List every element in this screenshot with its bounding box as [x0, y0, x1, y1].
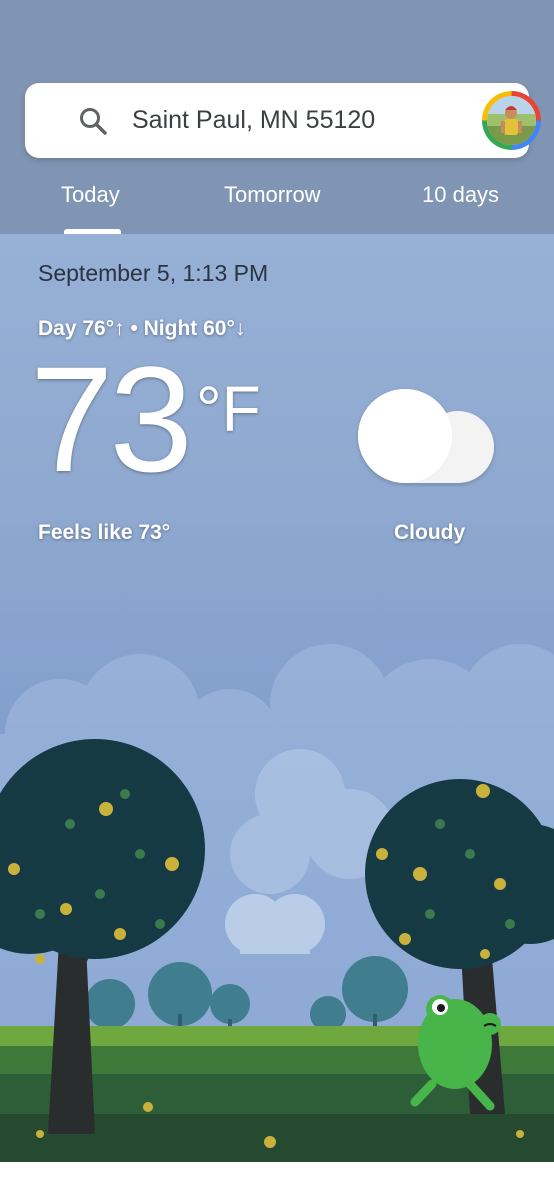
weather-panel: September 5, 1:13 PM Day 76°↑ • Night 60… — [0, 234, 554, 1162]
temperature-unit: °F — [196, 373, 261, 445]
header: Saint Paul, MN 55120 Today Tomorrow 10 d… — [0, 0, 554, 234]
cloud-icon — [358, 389, 494, 483]
tab-today[interactable]: Today — [61, 182, 120, 208]
account-avatar[interactable] — [482, 91, 541, 150]
tab-tomorrow[interactable]: Tomorrow — [224, 182, 321, 208]
tab-10-days[interactable]: 10 days — [422, 182, 499, 208]
condition-label: Cloudy — [394, 521, 466, 544]
current-temperature: 73 — [30, 335, 193, 503]
avatar-image — [487, 96, 536, 145]
location-text[interactable]: Saint Paul, MN 55120 — [132, 106, 375, 135]
search-icon[interactable] — [77, 105, 109, 137]
feels-like: Feels like 73° — [38, 521, 171, 544]
search-bar[interactable]: Saint Paul, MN 55120 — [25, 83, 541, 158]
date-time: September 5, 1:13 PM — [38, 260, 269, 286]
forecast-tabs: Today Tomorrow 10 days — [0, 170, 554, 234]
bottom-sheet-edge — [0, 1162, 554, 1200]
